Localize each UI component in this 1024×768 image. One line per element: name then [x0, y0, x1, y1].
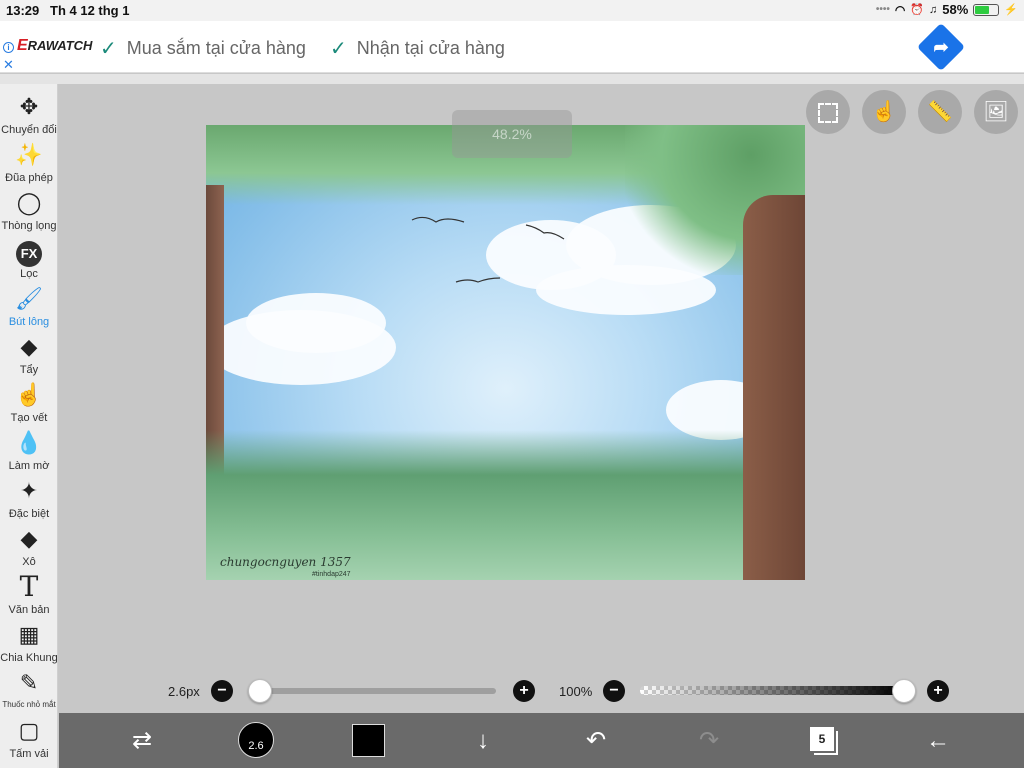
opacity-slider-handle[interactable]	[892, 679, 916, 703]
tool-text[interactable]: T Văn bản	[0, 572, 58, 620]
tool-smudge[interactable]: ☝ Tạo vết	[0, 380, 58, 428]
tool-filter[interactable]: FX Lọc	[0, 236, 58, 284]
minus-icon: −	[609, 682, 619, 699]
checkmark-icon: ✓	[100, 38, 117, 60]
ad-feature-2: ✓ Nhận tại cửa hàng	[330, 38, 505, 60]
undo-icon: ↶	[585, 727, 607, 754]
tool-sidebar: ✥ Chuyển đổi ✨ Đũa phép ◯ Thòng lọng FX …	[0, 84, 58, 768]
opacity-slider[interactable]	[640, 686, 904, 695]
canvas-icon: ▢	[18, 718, 40, 743]
brush-size-label: 2.6px	[168, 684, 200, 699]
tool-eyedropper[interactable]: ✎ Thuốc nhỏ mắt	[0, 668, 58, 716]
tool-transform[interactable]: ✥ Chuyển đổi	[0, 92, 58, 140]
signal-dots-icon: ••••	[875, 4, 890, 15]
headphones-icon: ♫	[929, 3, 938, 16]
dashed-selection-icon	[818, 102, 838, 123]
reference-image-button[interactable]: 🖼	[974, 90, 1018, 134]
redo-button[interactable]: ↷	[689, 713, 729, 768]
sparkle-icon: ✦	[19, 478, 39, 503]
ad-divider	[0, 74, 1024, 84]
brush-icon: 🖌	[15, 286, 43, 311]
bottom-toolbar: ⇄ 2.6 ↓ ↶ ↷ 5 ←	[59, 713, 1024, 768]
eraser-icon: ◆	[20, 334, 38, 359]
ad-directions-button[interactable]: ➦	[916, 22, 966, 72]
redo-icon: ↷	[698, 727, 720, 754]
brush-size-badge: 2.6	[248, 740, 264, 752]
charging-icon: ⚡	[1004, 4, 1018, 16]
ad-banner[interactable]: i ✕ ERAWATCH ✓ Mua sắm tại cửa hàng ✓ Nh…	[0, 21, 1024, 73]
battery-percent: 58%	[942, 2, 969, 17]
brush-size-button[interactable]: 2.6	[238, 722, 274, 758]
tool-brush[interactable]: 🖌 Bút lông	[0, 284, 58, 332]
text-icon: T	[19, 570, 39, 603]
tool-special[interactable]: ✦ Đặc biệt	[0, 476, 58, 524]
ruler-button[interactable]: 📏	[918, 90, 962, 134]
swap-tool-button[interactable]: ⇄	[121, 713, 163, 768]
plus-icon: +	[933, 682, 943, 699]
tool-eraser[interactable]: ◆ Tẩy	[0, 332, 58, 380]
lasso-icon: ◯	[16, 190, 42, 215]
eyedropper-icon: ✎	[19, 670, 39, 695]
frame-divider-icon: ▦	[18, 622, 40, 647]
ad-info-icon[interactable]: i	[3, 42, 14, 53]
birds	[411, 216, 565, 283]
status-time: 13:29	[6, 3, 40, 18]
hand-icon: ☝	[871, 101, 897, 123]
smudge-icon: ☝	[15, 382, 43, 407]
bucket-icon: ◆	[20, 526, 38, 551]
opacity-label: 100%	[559, 684, 593, 699]
opacity-increase-button[interactable]: +	[927, 680, 949, 702]
tool-magic-wand[interactable]: ✨ Đũa phép	[0, 140, 58, 188]
turn-right-arrow-icon: ➦	[933, 37, 949, 57]
image-icon: 🖼	[983, 101, 1009, 123]
download-button[interactable]: ↓	[463, 713, 503, 768]
status-date: Th 4 12 thg 1	[50, 3, 130, 18]
fx-icon: FX	[0, 236, 58, 267]
blur-drop-icon: 💧	[15, 430, 43, 455]
hand-tool-button[interactable]: ☝	[862, 90, 906, 134]
alarm-icon: ⏰	[910, 4, 925, 16]
arrow-left-icon: ←	[926, 727, 950, 754]
drawing-canvas[interactable]: chungocnguyen 1357 #tinhdap247	[206, 125, 805, 580]
tool-frame-divider[interactable]: ▦ Chia Khung	[0, 620, 58, 668]
status-bar: 13:29 Th 4 12 thg 1 •••• ◠ ⏰ ♫ 58% ⚡	[0, 0, 1024, 21]
opacity-decrease-button[interactable]: −	[603, 680, 625, 702]
tool-lasso[interactable]: ◯ Thòng lọng	[0, 188, 58, 236]
checkmark-icon: ✓	[330, 38, 347, 60]
arrow-down-icon: ↓	[477, 727, 489, 754]
ad-close-icon[interactable]: ✕	[3, 57, 14, 73]
tool-bucket[interactable]: ◆ Xô	[0, 524, 58, 572]
artist-signature: chungocnguyen 1357	[220, 555, 351, 569]
tool-canvas[interactable]: ▢ Tấm vải	[0, 716, 58, 764]
selection-button[interactable]	[806, 90, 850, 134]
ad-brand-logo[interactable]: ERAWATCH	[17, 37, 92, 55]
plus-icon: +	[519, 682, 529, 699]
magic-wand-icon: ✨	[15, 142, 43, 167]
status-indicators: •••• ◠ ⏰ ♫ 58% ⚡	[876, 2, 1018, 17]
brush-size-increase-button[interactable]: +	[513, 680, 535, 702]
minus-icon: −	[217, 682, 227, 699]
brush-eraser-swap-icon: ⇄	[131, 727, 153, 754]
move-icon: ✥	[19, 94, 39, 119]
back-button[interactable]: ←	[917, 713, 959, 768]
ruler-icon: 📏	[927, 101, 953, 123]
zoom-indicator: 48.2%	[452, 110, 572, 158]
ad-feature-1: ✓ Mua sắm tại cửa hàng	[100, 38, 306, 60]
wifi-icon: ◠	[894, 2, 906, 17]
layers-count: 5	[818, 732, 826, 746]
layers-button[interactable]: 5	[810, 727, 834, 751]
undo-button[interactable]: ↶	[576, 713, 616, 768]
tool-blur[interactable]: 💧 Làm mờ	[0, 428, 58, 476]
artist-hashtag: #tinhdap247	[312, 571, 351, 578]
brush-size-decrease-button[interactable]: −	[211, 680, 233, 702]
color-picker-button[interactable]	[352, 724, 385, 757]
brush-size-slider[interactable]	[260, 688, 496, 694]
battery-icon	[973, 3, 1000, 16]
brush-size-slider-handle[interactable]	[248, 679, 272, 703]
